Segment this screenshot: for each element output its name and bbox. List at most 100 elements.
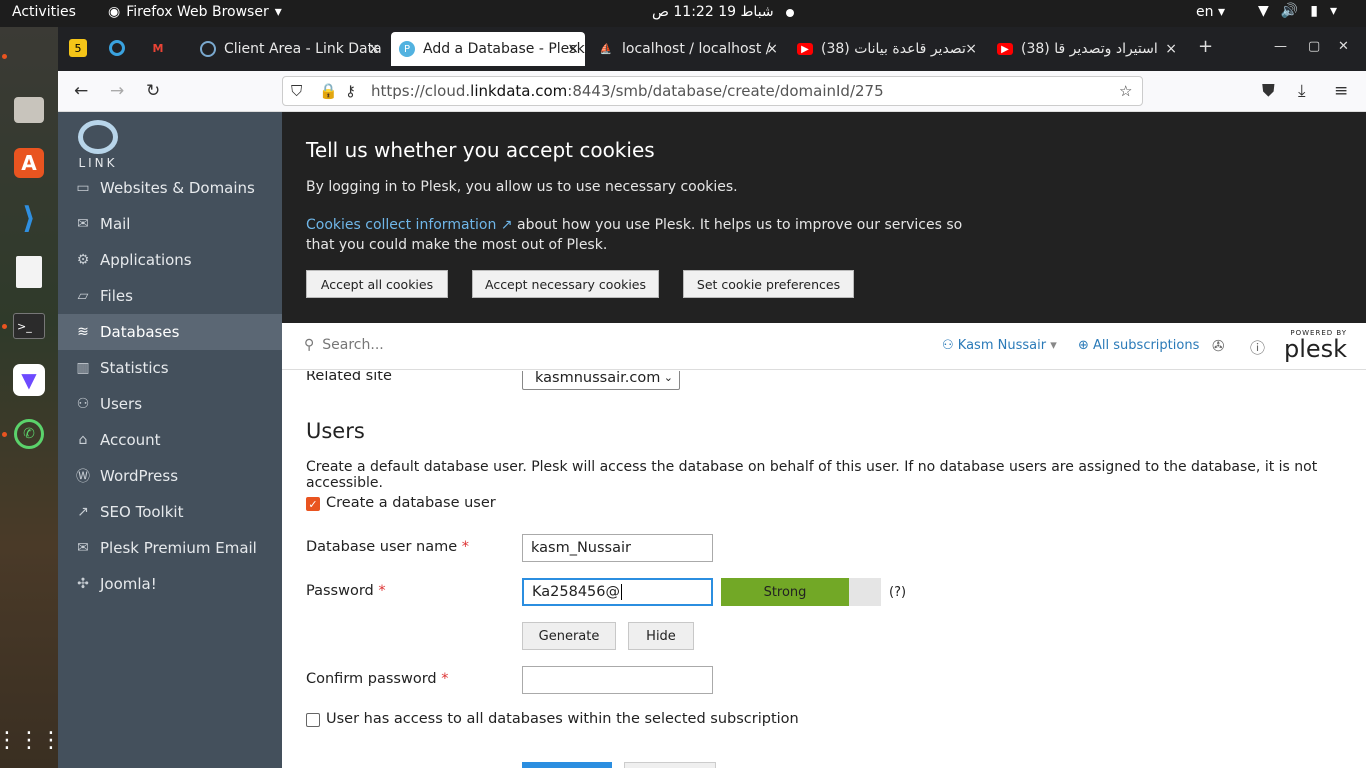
reload-icon[interactable]: ↻: [146, 81, 160, 101]
text-cursor: [621, 584, 622, 600]
pinned-tab-gmail[interactable]: M: [149, 39, 167, 57]
create-user-checkbox[interactable]: ✓: [306, 497, 320, 511]
close-tab-icon[interactable]: ×: [766, 41, 778, 57]
related-site-select[interactable]: kasmnussair.com ⌄: [522, 371, 680, 390]
cookie-info: Cookies collect information ↗ about how …: [306, 215, 966, 255]
password-help[interactable]: (?): [889, 585, 906, 600]
battery-icon: ▮: [1310, 3, 1318, 19]
url-bar[interactable]: ⛉ 🔒 ⚷ https://cloud. linkdata.com:8443/sm…: [282, 76, 1143, 106]
app-grid-icon[interactable]: ⋮⋮⋮: [0, 720, 62, 760]
globe-icon: ⊕: [1078, 338, 1094, 353]
whatsapp-icon[interactable]: ✆: [9, 414, 49, 454]
running-indicator: [2, 324, 7, 329]
user-name: Kasm Nussair: [957, 338, 1047, 353]
pinned-tab-1[interactable]: 5: [69, 39, 87, 57]
minimize-icon[interactable]: —: [1274, 39, 1287, 54]
bookmark-star-icon[interactable]: ☆: [1119, 82, 1132, 100]
sidebar-item-label: Mail: [100, 215, 131, 233]
pinned-tab-2[interactable]: [109, 40, 125, 56]
pocket-icon[interactable]: ⛊: [1262, 81, 1275, 101]
accept-all-cookies-button[interactable]: Accept all cookies: [306, 270, 448, 298]
required-mark: *: [441, 671, 449, 687]
sidebar-item-account[interactable]: ⌂ Account: [58, 422, 282, 458]
sidebar-item-databases[interactable]: ≋ Databases: [58, 314, 282, 350]
joomla-icon: ✣: [77, 576, 89, 592]
sidebar-item-applications[interactable]: ⚙ Applications: [58, 242, 282, 278]
close-tab-icon[interactable]: ×: [1165, 41, 1177, 57]
tab-youtube-export[interactable]: ▶ (38) تصدير قاعدة بيانات ×: [789, 32, 983, 66]
activities-button[interactable]: Activities: [12, 4, 76, 20]
confirm-password-input[interactable]: [522, 666, 713, 694]
app-menu[interactable]: ◉ Firefox Web Browser ▾: [108, 4, 282, 20]
tab-phpmyadmin[interactable]: ⛵ localhost / localhost / ×: [590, 32, 784, 66]
external-link-icon: ↗: [496, 217, 517, 233]
sidebar-item-premium-email[interactable]: ✉ Plesk Premium Email: [58, 530, 282, 566]
user-icon: ⚇: [942, 338, 958, 353]
terminal-icon[interactable]: >_: [9, 306, 49, 346]
shield-icon[interactable]: ⛉: [291, 82, 302, 100]
forward-icon[interactable]: →: [110, 81, 124, 101]
downloads-icon[interactable]: ⤓: [1298, 81, 1306, 101]
maximize-icon[interactable]: ▢: [1308, 39, 1320, 54]
close-tab-icon[interactable]: ×: [567, 41, 579, 57]
sidebar-item-users[interactable]: ⚇ Users: [58, 386, 282, 422]
language-indicator[interactable]: en ▾: [1196, 4, 1225, 20]
all-databases-checkbox[interactable]: [306, 713, 320, 727]
files-icon[interactable]: [9, 90, 49, 130]
tab-add-database[interactable]: P Add a Database - Plesk ×: [391, 32, 585, 66]
tab-client-area[interactable]: Client Area - Link Data ×: [192, 32, 386, 66]
close-tab-icon[interactable]: ×: [965, 41, 977, 57]
cookies-info-link[interactable]: Cookies collect information: [306, 217, 496, 233]
url-domain: linkdata.com: [470, 82, 568, 100]
menu-icon[interactable]: ≡: [1334, 81, 1348, 101]
user-menu[interactable]: ⚇ Kasm Nussair ▾: [942, 338, 1057, 353]
lock-icon[interactable]: 🔒: [319, 82, 338, 100]
password-input[interactable]: Ka258456@: [522, 578, 713, 606]
url-path: :8443/smb/database/create/domainId/275: [567, 82, 884, 100]
system-tray[interactable]: ▼ 🔊 ▮ ▾: [1258, 3, 1337, 19]
sidebar-item-label: Plesk Premium Email: [100, 539, 257, 557]
subscriptions-label: All subscriptions: [1093, 338, 1200, 353]
browser-tab-bar: 5 M Client Area - Link Data × P Add a Da…: [58, 27, 1366, 71]
plesk-brand: plesk: [1284, 335, 1348, 363]
close-window-icon[interactable]: ✕: [1338, 39, 1349, 54]
search-input[interactable]: Search...: [322, 337, 383, 353]
hide-button[interactable]: Hide: [628, 622, 694, 650]
back-icon[interactable]: ←: [74, 81, 88, 101]
protonvpn-icon[interactable]: ▼: [9, 360, 49, 400]
password-label: Password *: [306, 583, 386, 599]
sidebar-item-files[interactable]: ▱ Files: [58, 278, 282, 314]
chevron-down-icon: ▾: [274, 4, 282, 20]
youtube-icon: ▶: [797, 43, 813, 55]
sidebar-item-wordpress[interactable]: Ⓦ WordPress: [58, 458, 282, 494]
search-box[interactable]: ⚲ Search...: [304, 337, 384, 353]
sidebar-item-websites[interactable]: ▭ Websites & Domains: [58, 170, 282, 206]
plesk-icon: P: [399, 41, 415, 57]
tab-youtube-import[interactable]: ▶ (38) استيراد وتصدير قا ×: [989, 32, 1183, 66]
software-icon[interactable]: A: [9, 143, 49, 183]
related-site-value: kasmnussair.com: [535, 371, 661, 386]
cookie-title: Tell us whether you accept cookies: [306, 138, 655, 162]
sidebar-item-joomla[interactable]: ✣ Joomla!: [58, 566, 282, 602]
required-mark: *: [461, 539, 470, 555]
sidebar-item-mail[interactable]: ✉ Mail: [58, 206, 282, 242]
document-viewer-icon[interactable]: [9, 252, 49, 292]
clock[interactable]: شباط 19 11:22 ص: [652, 4, 774, 20]
ok-button[interactable]: [522, 762, 612, 768]
sidebar-item-label: Files: [100, 287, 133, 305]
subscriptions-menu[interactable]: ⊕ All subscriptions: [1078, 338, 1199, 353]
apps-icon[interactable]: ✇: [1212, 337, 1225, 355]
new-tab-button[interactable]: +: [1198, 36, 1213, 57]
accept-necessary-cookies-button[interactable]: Accept necessary cookies: [472, 270, 659, 298]
cookie-preferences-button[interactable]: Set cookie preferences: [683, 270, 854, 298]
generate-button[interactable]: Generate: [522, 622, 616, 650]
username-input[interactable]: kasm_Nussair: [522, 534, 713, 562]
close-tab-icon[interactable]: ×: [368, 41, 380, 57]
vscode-icon[interactable]: ⟩: [9, 198, 49, 238]
sidebar-item-seo-toolkit[interactable]: ↗ SEO Toolkit: [58, 494, 282, 530]
cancel-button[interactable]: [624, 762, 716, 768]
link-logo[interactable]: LINK: [76, 120, 120, 172]
sidebar-item-statistics[interactable]: ▥ Statistics: [58, 350, 282, 386]
help-icon[interactable]: ⓘ: [1250, 337, 1265, 358]
key-icon[interactable]: ⚷: [345, 82, 356, 100]
